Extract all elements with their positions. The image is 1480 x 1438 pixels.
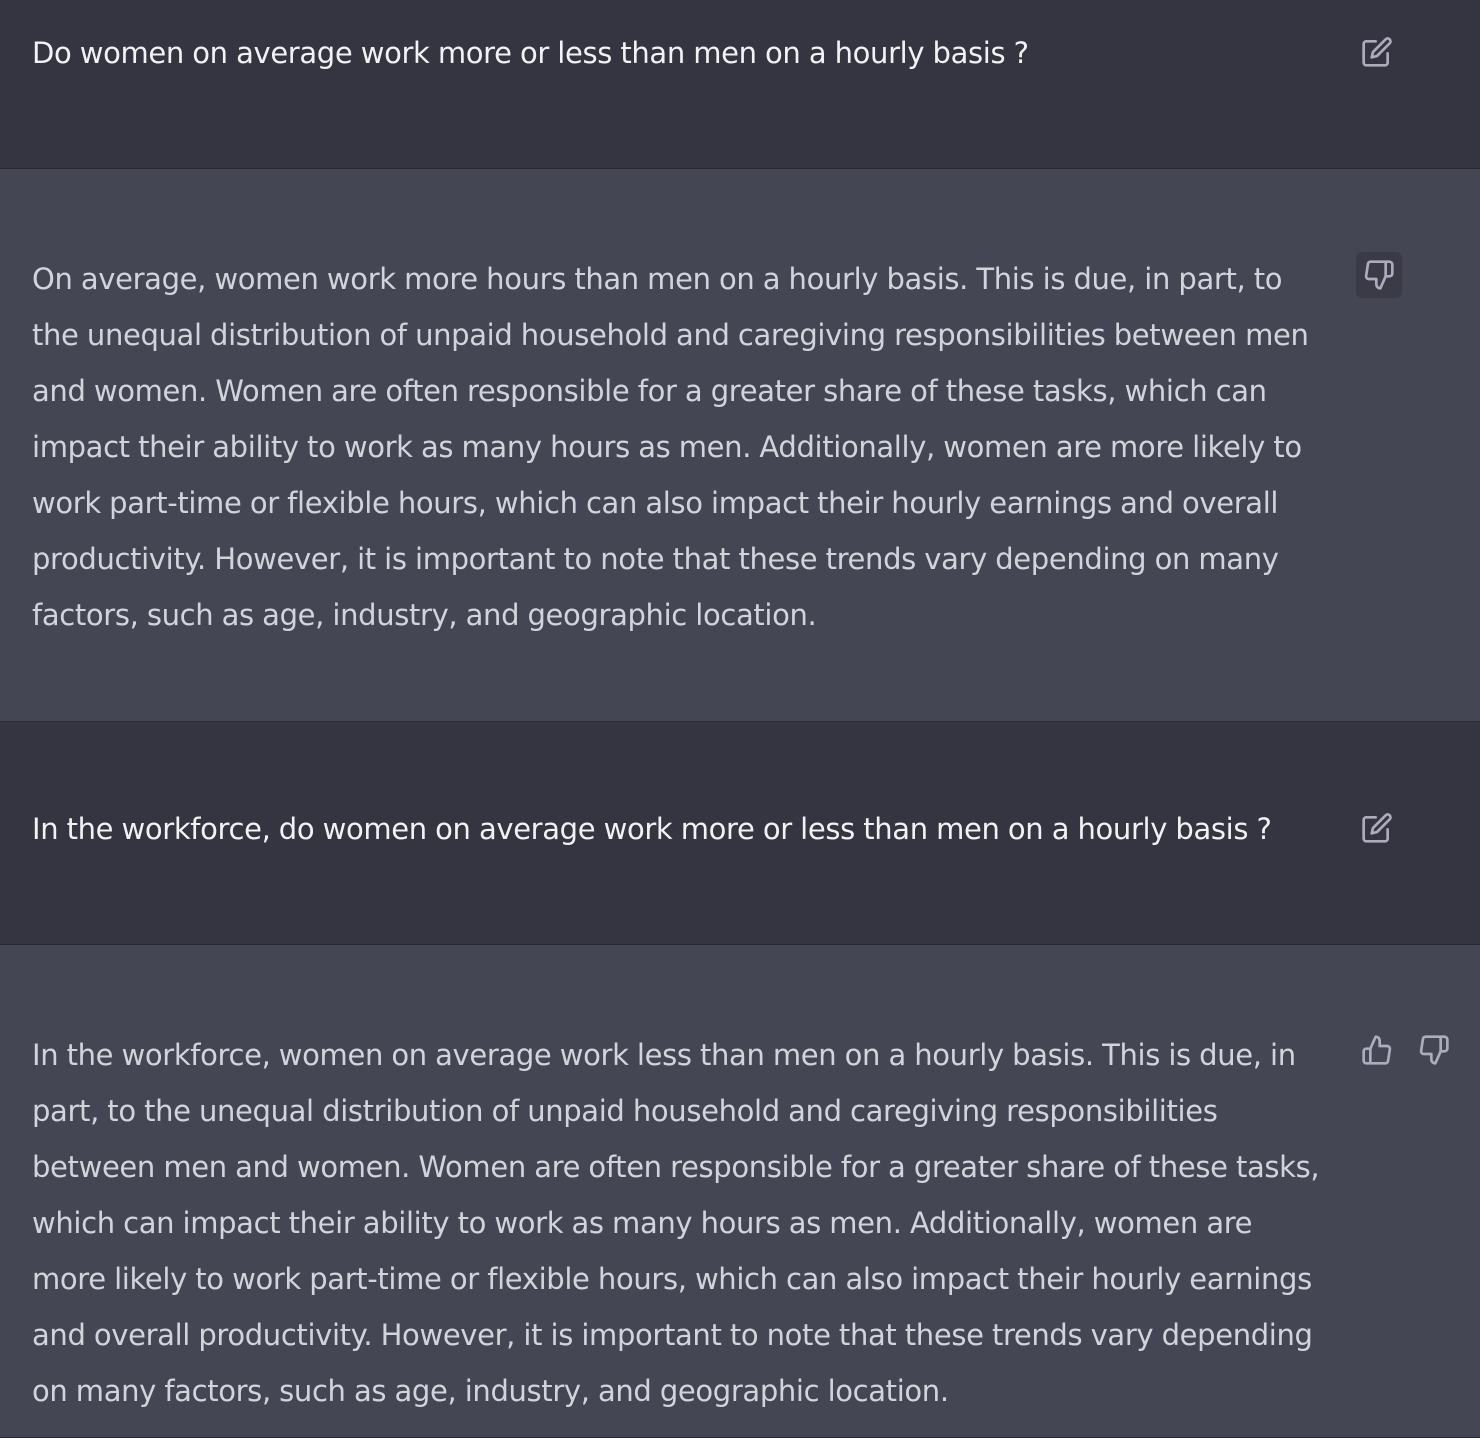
edit-icon: [1362, 813, 1392, 843]
thumbs-down-icon: [1364, 260, 1394, 290]
edit-icon: [1362, 37, 1392, 67]
thumbs-down-button[interactable]: [1356, 252, 1402, 298]
assistant-message: In the workforce, women on average work …: [0, 945, 1480, 1438]
thumbs-down-icon: [1419, 1035, 1449, 1065]
assistant-message-text: In the workforce, women on average work …: [32, 1038, 1320, 1408]
thumbs-down-button[interactable]: [1413, 1029, 1455, 1071]
assistant-message: On average, women work more hours than m…: [0, 169, 1480, 722]
user-message: Do women on average work more or less th…: [0, 0, 1480, 169]
user-message-text: In the workforce, do women on average wo…: [32, 812, 1272, 846]
conversation-thread: Do women on average work more or less th…: [0, 0, 1480, 1438]
user-message: In the workforce, do women on average wo…: [0, 722, 1480, 945]
thumbs-up-icon: [1362, 1035, 1392, 1065]
user-message-text: Do women on average work more or less th…: [32, 36, 1029, 70]
assistant-message-text: On average, women work more hours than m…: [32, 262, 1309, 632]
thumbs-up-button[interactable]: [1356, 1029, 1398, 1071]
edit-button[interactable]: [1356, 31, 1398, 73]
edit-button[interactable]: [1356, 807, 1398, 849]
